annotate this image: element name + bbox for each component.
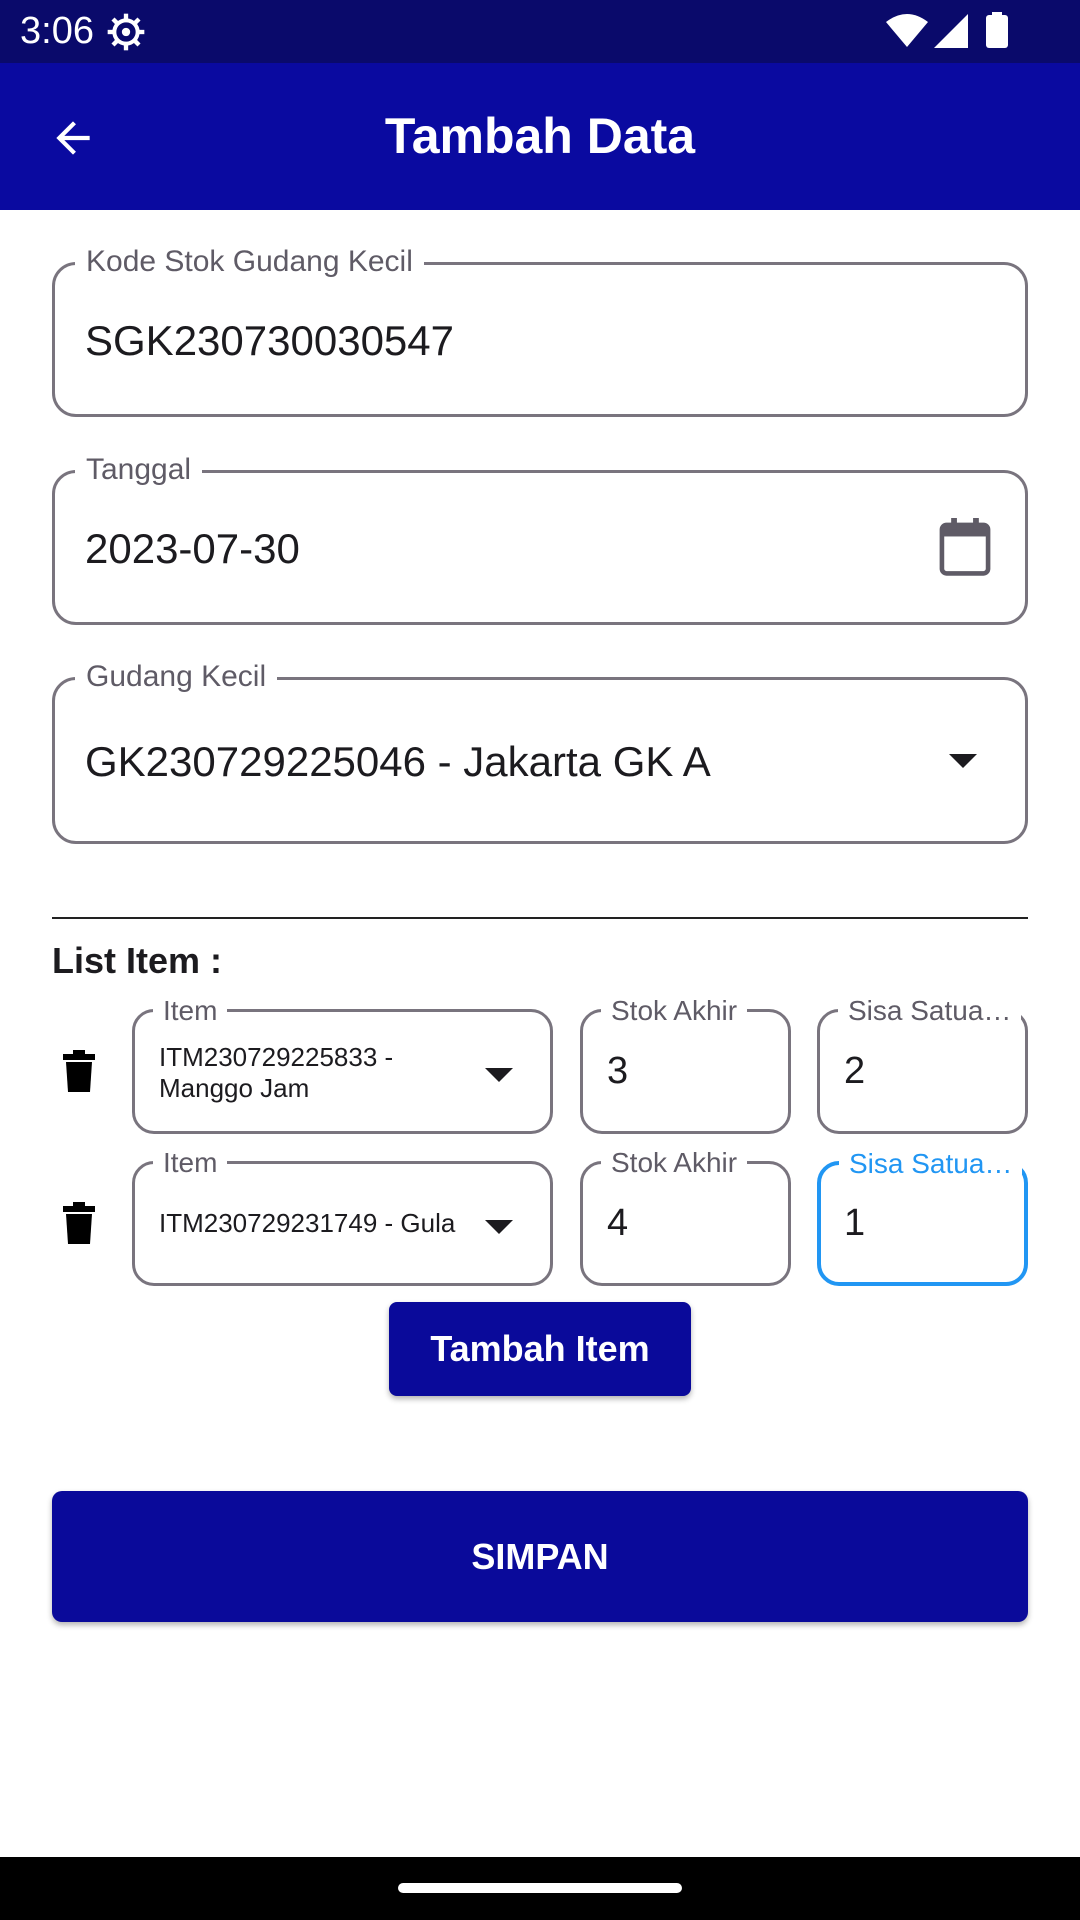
item-label: Item: [153, 1146, 228, 1180]
wifi-icon: [886, 14, 928, 47]
delete-trash-icon[interactable]: [63, 1050, 95, 1092]
sisa-satuan-label: Sisa Satua…: [838, 994, 1022, 1028]
status-time: 3:06: [20, 10, 94, 52]
stok-akhir-value: 3: [607, 1050, 629, 1092]
calendar-icon[interactable]: [937, 518, 993, 578]
battery-icon: [986, 12, 1008, 48]
add-item-button[interactable]: Tambah Item: [389, 1302, 691, 1396]
tanggal-value: 2023-07-30: [85, 525, 300, 572]
page-title: Tambah Data: [384, 108, 696, 164]
sisa-satuan-value: 1: [844, 1202, 866, 1244]
stok-akhir-value: 4: [607, 1202, 629, 1244]
tanggal-field[interactable]: Tanggal 2023-07-30: [52, 453, 1028, 625]
item-dropdown[interactable]: Item ITM230729225833 - Manggo Jam: [132, 994, 553, 1134]
stok-akhir-label: Stok Akhir: [601, 1146, 748, 1180]
item-label: Item: [153, 994, 228, 1028]
kode-stok-value: SGK230730030547: [85, 317, 454, 364]
item-value: ITM230729225833 - Manggo Jam: [159, 1042, 393, 1104]
chevron-down-icon: [485, 1220, 513, 1234]
settings-gear-icon: [107, 13, 145, 51]
item-dropdown[interactable]: Item ITM230729231749 - Gula: [132, 1146, 553, 1286]
stok-akhir-field[interactable]: Stok Akhir 4: [580, 1146, 791, 1286]
kode-stok-label: Kode Stok Gudang Kecil: [75, 245, 424, 279]
home-gesture-handle[interactable]: [398, 1883, 682, 1893]
gudang-kecil-label: Gudang Kecil: [75, 660, 278, 694]
divider: [52, 917, 1028, 919]
item-value: ITM230729231749 - Gula: [159, 1208, 456, 1238]
sisa-satuan-label: Sisa Satua…: [839, 1147, 1023, 1181]
delete-trash-icon[interactable]: [63, 1202, 95, 1244]
tanggal-label: Tanggal: [75, 453, 203, 487]
chevron-down-icon: [949, 754, 977, 768]
gudang-kecil-value: GK230729225046 - Jakarta GK A: [85, 738, 711, 785]
save-button[interactable]: SIMPAN: [52, 1491, 1028, 1622]
stok-akhir-field[interactable]: Stok Akhir 3: [580, 994, 791, 1134]
stok-akhir-label: Stok Akhir: [601, 994, 748, 1028]
signal-icon: [934, 14, 968, 48]
status-bar: 3:06: [0, 0, 1080, 63]
chevron-down-icon: [485, 1068, 513, 1082]
list-item-title: List Item :: [52, 940, 223, 981]
item-value-line: ITM230729225833 -: [159, 1042, 394, 1072]
sisa-satuan-field[interactable]: Sisa Satua… 2: [817, 994, 1028, 1134]
gudang-kecil-dropdown[interactable]: Gudang Kecil GK230729225046 - Jakarta GK…: [52, 660, 1028, 844]
item-value-line: Manggo Jam: [159, 1073, 310, 1103]
kode-stok-field[interactable]: Kode Stok Gudang Kecil SGK230730030547: [52, 245, 1028, 417]
navigation-bar: [0, 1857, 1080, 1920]
sisa-satuan-field[interactable]: Sisa Satua… 1: [817, 1147, 1028, 1286]
app-bar: Tambah Data: [0, 63, 1080, 210]
sisa-satuan-value: 2: [844, 1050, 866, 1092]
